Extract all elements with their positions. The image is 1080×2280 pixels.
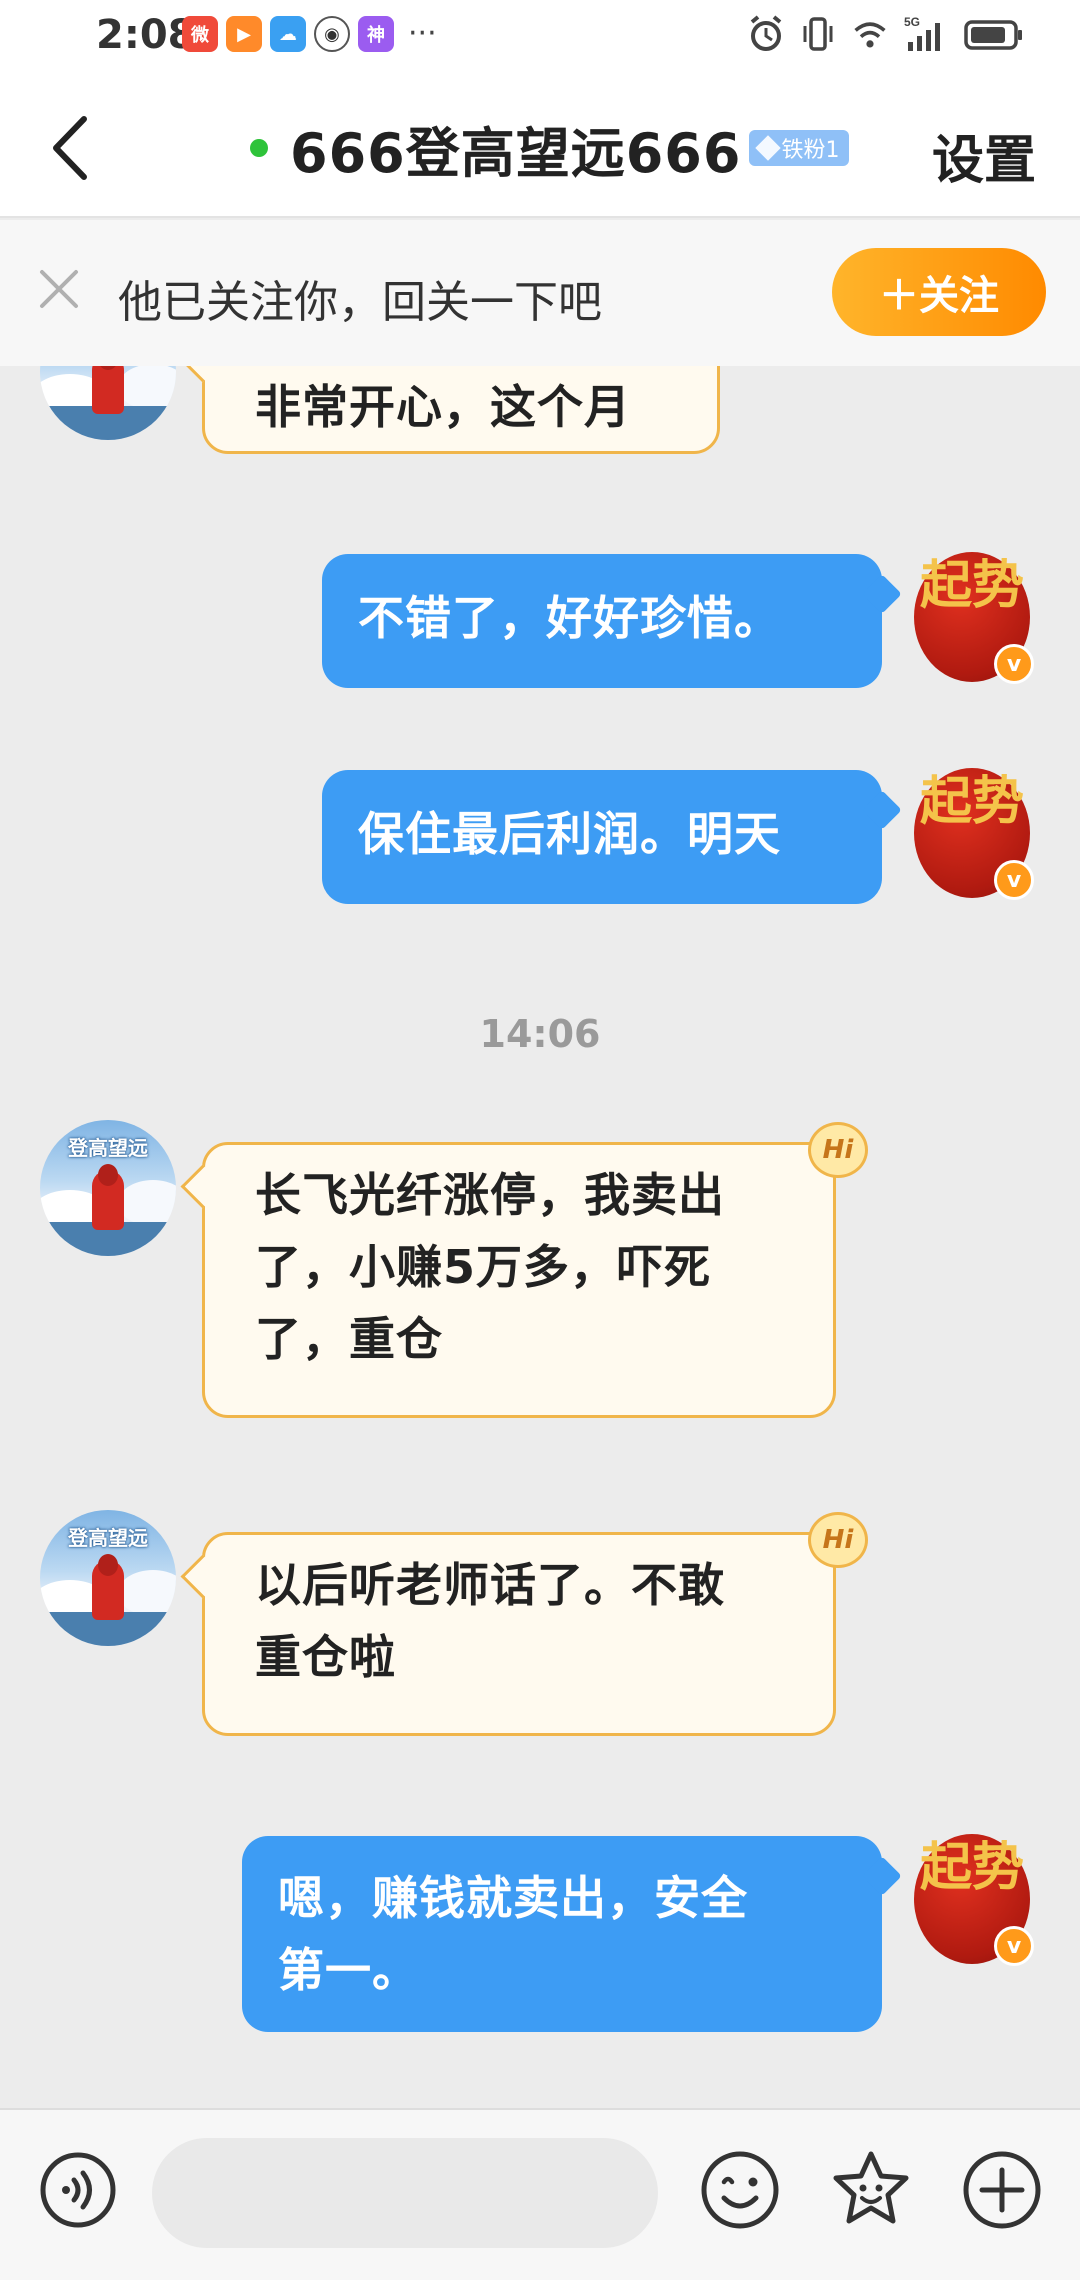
- message-text-line: 长飞光纤涨停，我卖出: [255, 1168, 725, 1222]
- verified-badge-icon: v: [994, 644, 1034, 684]
- fan-level-label: 铁粉1: [781, 138, 840, 163]
- avatar-seal-text: 起势: [920, 555, 1025, 616]
- message-list[interactable]: 非常开心，这个月 不错了，好好珍惜。 起势 v 保住最后利润。明天 起势 v 1…: [0, 366, 1080, 2108]
- message-timestamp: 14:06: [479, 1012, 601, 1056]
- status-time: 2:08: [96, 12, 196, 58]
- weather-icon: ☁: [270, 16, 306, 52]
- contact-avatar[interactable]: [40, 366, 176, 440]
- message-text-line: 嗯，赚钱就卖出，安全: [278, 1871, 748, 1925]
- fan-level-badge[interactable]: 铁粉1: [749, 130, 850, 166]
- message-text-line: 以后听老师话了。不敢: [255, 1558, 725, 1612]
- message-text: 保住最后利润。明天: [358, 807, 781, 861]
- status-app-icons: 微 ▶ ☁ ◉ 神 ···: [182, 16, 437, 52]
- wifi-icon: [854, 22, 886, 48]
- chat-header: 666登高望远666 铁粉1 设置: [0, 78, 1080, 218]
- verified-badge-icon: v: [994, 1926, 1034, 1966]
- settings-button[interactable]: 设置: [932, 118, 1036, 193]
- battery-icon: [964, 20, 1022, 50]
- video-play-icon: ▶: [226, 16, 262, 52]
- message-bubble-incoming[interactable]: 长飞光纤涨停，我卖出 了，小赚5万多，吓死 了，重仓: [202, 1142, 836, 1418]
- voice-input-icon[interactable]: [38, 2150, 118, 2230]
- weibo-icon: 微: [182, 16, 218, 52]
- message-bubble-incoming[interactable]: 以后听老师话了。不敢 重仓啦: [202, 1532, 836, 1736]
- back-button[interactable]: [40, 108, 100, 188]
- system-status-icons: 5G: [748, 14, 1024, 54]
- weibo-outline-icon: ◉: [314, 16, 350, 52]
- online-status-dot: [250, 139, 268, 157]
- vibrate-icon: [803, 17, 833, 51]
- message-text-line: 了，重仓: [255, 1312, 443, 1366]
- diamond-icon: [755, 135, 782, 161]
- follow-prompt-bar: 他已关注你，回关一下吧 ＋关注: [0, 220, 1080, 366]
- svg-text:5G: 5G: [904, 15, 920, 29]
- back-arrow-icon: [53, 116, 87, 180]
- contact-avatar[interactable]: 登高望远: [40, 1120, 176, 1256]
- message-bubble-incoming[interactable]: 非常开心，这个月: [202, 366, 720, 454]
- chat-title-group[interactable]: 666登高望远666 铁粉1: [250, 108, 850, 188]
- message-bubble-outgoing[interactable]: 不错了，好好珍惜。: [322, 554, 882, 688]
- contact-avatar[interactable]: 登高望远: [40, 1510, 176, 1646]
- signal-5g-icon: 5G: [904, 15, 940, 51]
- chat-title: 666登高望远666: [290, 121, 742, 185]
- add-more-icon[interactable]: [960, 2148, 1044, 2232]
- my-avatar[interactable]: 起势 v: [914, 1834, 1034, 1966]
- my-avatar[interactable]: 起势 v: [914, 768, 1034, 900]
- message-text: 非常开心，这个月: [255, 380, 631, 434]
- message-bubble-outgoing[interactable]: 保住最后利润。明天: [322, 770, 882, 904]
- hi-badge-icon[interactable]: Hi: [808, 1512, 868, 1568]
- status-bar: 2:08 微 ▶ ☁ ◉ 神 ··· 5G: [0, 0, 1080, 78]
- message-bubble-outgoing[interactable]: 嗯，赚钱就卖出，安全 第一。: [242, 1836, 882, 2032]
- shenmei-app-icon: 神: [358, 16, 394, 52]
- emoji-icon[interactable]: [698, 2148, 782, 2232]
- avatar-text: 登高望远: [68, 1526, 148, 1550]
- avatar-text: 登高望远: [68, 1136, 148, 1160]
- message-input-bar: [0, 2108, 1080, 2280]
- follow-back-button[interactable]: ＋关注: [832, 248, 1046, 336]
- message-input[interactable]: [152, 2138, 658, 2248]
- more-notifications-icon: ···: [408, 16, 437, 51]
- follow-prompt-text: 他已关注你，回关一下吧: [118, 277, 602, 328]
- verified-badge-icon: v: [994, 860, 1034, 900]
- close-icon[interactable]: [38, 268, 80, 310]
- sticker-icon[interactable]: [828, 2146, 914, 2232]
- avatar-seal-text: 起势: [920, 771, 1025, 832]
- my-avatar[interactable]: 起势 v: [914, 552, 1034, 684]
- message-text-line: 重仓啦: [255, 1630, 396, 1684]
- hi-badge-icon[interactable]: Hi: [808, 1122, 868, 1178]
- message-text: 不错了，好好珍惜。: [358, 591, 781, 645]
- message-text-line: 了，小赚5万多，吓死: [255, 1240, 712, 1294]
- message-text-line: 第一。: [278, 1943, 419, 1997]
- alarm-icon: [750, 15, 782, 51]
- avatar-seal-text: 起势: [920, 1837, 1025, 1898]
